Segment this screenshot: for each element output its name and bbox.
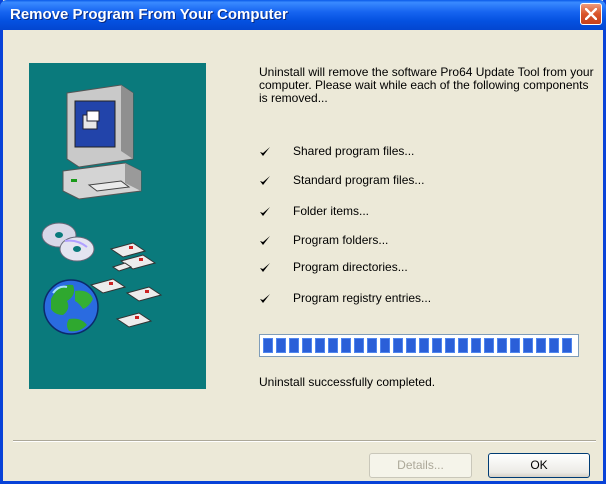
progress-segment — [367, 338, 377, 353]
window-title: Remove Program From Your Computer — [10, 6, 288, 23]
checkmark-icon — [260, 176, 270, 185]
component-label: Program registry entries... — [293, 291, 432, 305]
progress-segment — [380, 338, 390, 353]
checkmark-icon — [260, 263, 270, 272]
progress-segment — [432, 338, 442, 353]
progress-segment — [471, 338, 481, 353]
component-label: Standard program files... — [293, 173, 425, 187]
progress-segment — [393, 338, 403, 353]
progress-segment — [289, 338, 299, 353]
progress-segment — [484, 338, 494, 353]
close-icon — [585, 8, 597, 20]
globe-icon — [43, 279, 99, 335]
progress-segment — [302, 338, 312, 353]
progress-segment — [328, 338, 338, 353]
progress-segment — [341, 338, 351, 353]
progress-segment — [510, 338, 520, 353]
component-label: Shared program files... — [293, 144, 415, 158]
progress-segment — [549, 338, 559, 353]
checkmark-icon — [260, 236, 270, 245]
progress-segment — [445, 338, 455, 353]
list-item: Program directories... — [259, 260, 559, 278]
list-item: Shared program files... — [259, 144, 559, 162]
progress-segment — [263, 338, 273, 353]
progress-bar — [259, 334, 579, 357]
list-item: Program registry entries... — [259, 291, 559, 309]
close-button[interactable] — [580, 3, 602, 25]
component-label: Program folders... — [293, 233, 389, 247]
checkmark-icon — [260, 147, 270, 156]
progress-segment — [354, 338, 364, 353]
list-item: Program folders... — [259, 233, 559, 251]
illustration-panel — [29, 63, 206, 389]
list-item: Standard program files... — [259, 173, 559, 191]
progress-segment — [497, 338, 507, 353]
progress-segment — [315, 338, 325, 353]
details-button[interactable]: Details... — [369, 453, 472, 478]
progress-fill — [263, 338, 575, 353]
progress-segment — [419, 338, 429, 353]
description-text: Uninstall will remove the software Pro64… — [259, 65, 594, 105]
progress-segment — [523, 338, 533, 353]
component-label: Folder items... — [293, 204, 370, 218]
checkmark-icon — [260, 207, 270, 216]
checkmark-icon — [260, 294, 270, 303]
progress-segment — [536, 338, 546, 353]
component-label: Program directories... — [293, 260, 408, 274]
ok-button[interactable]: OK — [488, 453, 590, 478]
floppy-disk-icon — [89, 242, 163, 328]
cd-icon — [41, 222, 95, 262]
progress-segment — [276, 338, 286, 353]
divider — [13, 440, 596, 442]
uninstall-window: Remove Program From Your Computer Uninst… — [0, 0, 606, 484]
progress-segment — [562, 338, 572, 353]
title-bar[interactable]: Remove Program From Your Computer — [0, 0, 606, 30]
list-item: Folder items... — [259, 204, 559, 222]
status-text: Uninstall successfully completed. — [259, 375, 436, 389]
progress-segment — [406, 338, 416, 353]
progress-segment — [458, 338, 468, 353]
computer-icon — [62, 84, 142, 200]
